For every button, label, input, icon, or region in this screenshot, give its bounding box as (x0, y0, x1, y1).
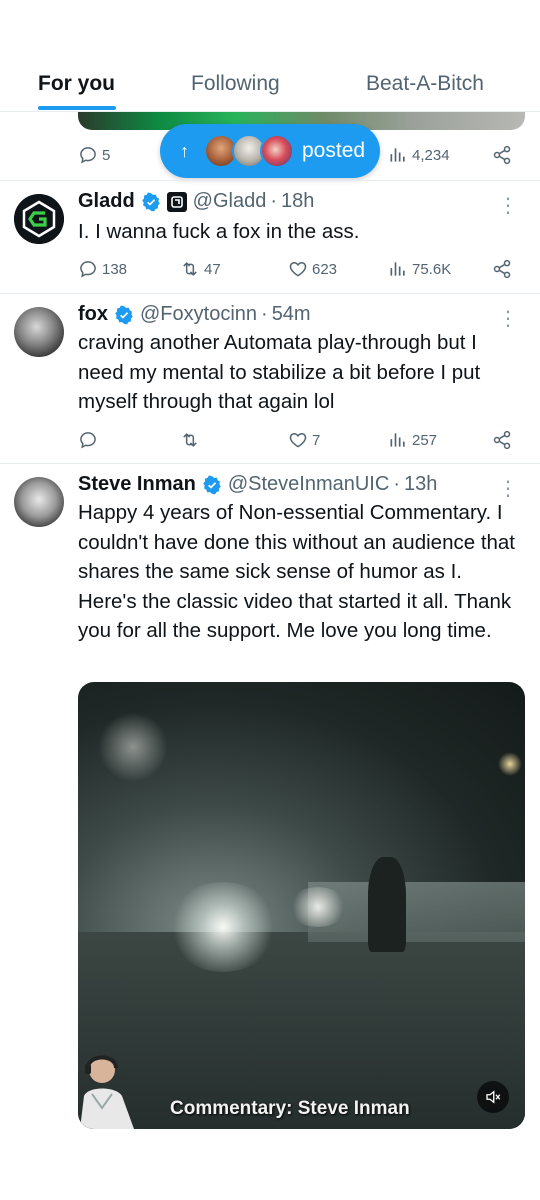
pill-avatars (204, 134, 294, 168)
like-button[interactable]: 623 (288, 254, 337, 284)
avatar[interactable] (14, 307, 64, 357)
tab-for-you[interactable]: For you (38, 72, 115, 96)
views-count: 75.6K (412, 260, 452, 278)
new-posts-pill[interactable]: ↑ posted (160, 124, 380, 178)
avatar (260, 134, 294, 168)
mute-button[interactable] (477, 1081, 509, 1113)
verified-badge-icon (203, 475, 221, 494)
tweet-text: I. I wanna fuck a fox in the ass. (78, 220, 360, 243)
streetlight-glow (498, 752, 522, 776)
repost-button[interactable] (180, 425, 204, 455)
tweet-header: Gladd @Gladd · 18h (78, 190, 314, 213)
tab-beat-a-bitch[interactable]: Beat-A-Bitch (366, 72, 484, 96)
views-icon (390, 148, 405, 162)
separator-dot: · (261, 303, 268, 325)
headlight-glow (288, 887, 348, 927)
reply-count: 138 (102, 260, 128, 278)
timeline-tabs: For you Following Beat-A-Bitch (0, 0, 540, 112)
tweet-header: Steve Inman @SteveInmanUIC · 13h (78, 473, 437, 496)
tweet-actions: 138 47 623 75.6K (78, 254, 518, 284)
active-tab-indicator (38, 106, 116, 110)
reply-icon (80, 147, 96, 164)
like-count: 623 (312, 260, 338, 278)
tweet[interactable]: Gladd @Gladd · 18h ⋮ I. I wanna fuck a f… (0, 180, 540, 293)
repost-icon (183, 262, 197, 276)
arrow-up-icon: ↑ (180, 140, 189, 161)
avatar[interactable] (14, 477, 64, 527)
muted-speaker-icon (486, 1090, 501, 1104)
commentator-overlay (80, 1055, 134, 1129)
reply-count: 5 (102, 146, 111, 164)
streetlight-glow (98, 712, 168, 782)
share-button[interactable] (492, 425, 512, 455)
handle: @Gladd (192, 190, 267, 212)
reply-icon (80, 432, 96, 449)
standing-figure (368, 857, 406, 952)
views-count: 4,234 (412, 146, 450, 164)
timestamp[interactable]: 54m (272, 303, 311, 326)
posted-label: posted (302, 139, 366, 162)
views-button[interactable]: 75.6K (388, 254, 451, 284)
tab-following[interactable]: Following (191, 72, 280, 96)
verified-badge-icon (141, 192, 160, 211)
share-icon (493, 145, 511, 165)
heart-icon (289, 261, 307, 277)
like-count: 7 (312, 431, 321, 449)
share-button[interactable] (492, 254, 512, 284)
timestamp[interactable]: 13h (404, 473, 437, 496)
views-button[interactable]: 257 (388, 425, 437, 455)
gladd-logo-icon (14, 194, 64, 244)
tweet-text: Happy 4 years of Non-essential Commentar… (78, 501, 516, 642)
separator-dot: · (270, 190, 278, 212)
tweet-actions: 7 257 (78, 425, 518, 455)
tweet-video[interactable]: Commentary: Steve Inman (78, 682, 525, 1129)
repost-icon (183, 433, 197, 447)
tweet[interactable]: fox @Foxytocinn · 54m ⋮ craving another … (0, 293, 540, 463)
handle: @Foxytocinn (140, 303, 258, 325)
tweet-text: craving another Automata play-through bu… (78, 331, 481, 413)
video-caption: Commentary: Steve Inman (170, 1098, 410, 1119)
reply-button[interactable]: 5 (78, 140, 110, 170)
views-count: 257 (412, 431, 438, 449)
reply-icon (80, 261, 96, 278)
share-icon (493, 430, 511, 450)
reply-button[interactable]: 138 (78, 254, 127, 284)
timestamp[interactable]: 18h (281, 190, 314, 213)
like-button[interactable]: 7 (288, 425, 320, 455)
views-icon (390, 433, 405, 447)
affiliate-badge-icon (166, 191, 187, 212)
separator-dot: · (393, 473, 400, 495)
display-name[interactable]: Steve Inman (78, 473, 196, 496)
heart-icon (289, 432, 307, 448)
handle: @SteveInmanUIC (227, 473, 390, 495)
headlight-glow (168, 882, 278, 972)
display-name[interactable]: fox (78, 303, 108, 326)
share-icon (493, 259, 511, 279)
repost-button[interactable]: 47 (180, 254, 221, 284)
views-button[interactable]: 4,234 (388, 140, 450, 170)
reply-button[interactable] (78, 425, 102, 455)
tweet-header: fox @Foxytocinn · 54m (78, 303, 311, 326)
views-icon (390, 262, 405, 276)
share-button[interactable] (492, 140, 512, 170)
verified-badge-icon (115, 305, 133, 324)
avatar[interactable] (14, 194, 64, 244)
display-name[interactable]: Gladd (78, 190, 135, 213)
repost-count: 47 (204, 260, 221, 278)
more-options-icon[interactable]: ⋮ (498, 193, 518, 218)
